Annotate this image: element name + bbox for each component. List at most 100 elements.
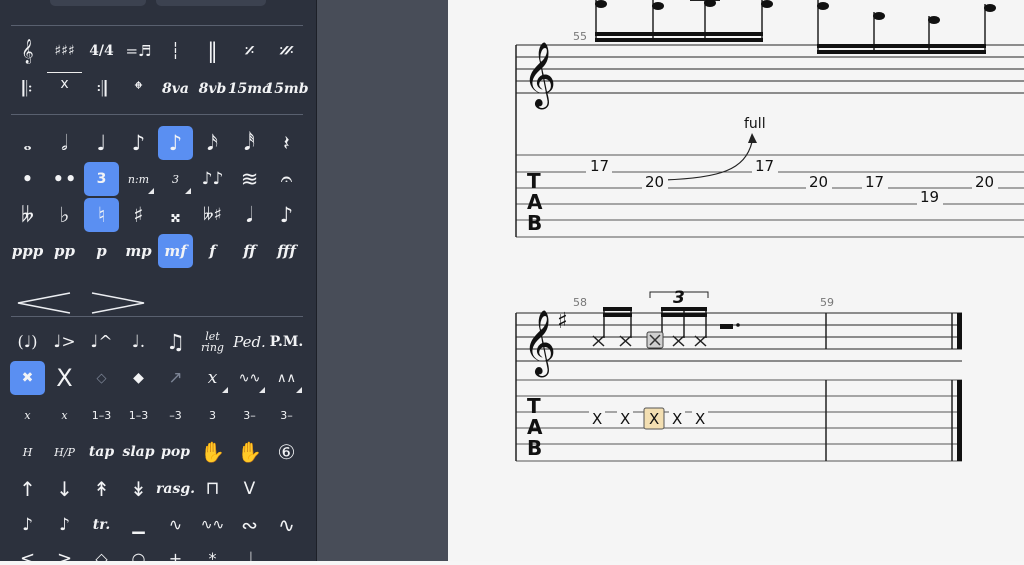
double-barline-button[interactable]: ‖ [195, 34, 230, 68]
slide-arc-button[interactable]: 1–3 [84, 398, 119, 432]
tab-note[interactable]: X [620, 410, 630, 428]
time-signature-button[interactable]: 4/4 [84, 34, 119, 68]
let-ring-button[interactable]: let ring [195, 325, 230, 359]
inverted-mordent-button[interactable]: ∿∿ [195, 508, 230, 542]
staccato-button[interactable]: ♩. [121, 325, 156, 359]
dynamic-mp-button[interactable]: mp [121, 234, 156, 268]
rasgueado-button[interactable]: rasg. [156, 472, 195, 506]
dynamic-pp-button[interactable]: pp [47, 234, 82, 268]
dotted-button[interactable]: • [10, 162, 45, 196]
dynamic-p-button[interactable]: p [84, 234, 119, 268]
downstroke-button[interactable]: ↓ [47, 472, 82, 506]
slide-in-above-button[interactable]: x [47, 398, 82, 432]
dashed-barline-button[interactable]: ┆ [158, 34, 193, 68]
tremolo-button[interactable]: ≋ [232, 162, 267, 196]
diamond-button[interactable]: ◇ [84, 542, 119, 562]
whole-note-button[interactable]: 𝅝 [10, 126, 45, 160]
hammer-pull-button[interactable]: H/P [47, 435, 82, 469]
tab-note[interactable]: 20 [975, 173, 994, 191]
palette-tab-right[interactable] [156, 0, 266, 6]
tab-note[interactable]: X [649, 410, 659, 428]
triplet-button[interactable]: 3 [84, 162, 119, 196]
tempo-button[interactable]: =♬ [121, 34, 156, 68]
ottava-down-button[interactable]: 8vb [195, 72, 230, 106]
flat-button[interactable]: ♭ [47, 198, 82, 232]
tab-note[interactable]: X [695, 410, 705, 428]
natural-button[interactable]: ♮ [84, 198, 119, 232]
clef-button[interactable]: 𝄞 [10, 34, 45, 68]
open-button[interactable]: ○ [121, 542, 156, 562]
arpeggio-down-button[interactable]: ↡ [121, 472, 156, 506]
palette-tab-left[interactable] [50, 0, 146, 6]
appoggiatura-button[interactable]: ♪ [47, 508, 82, 542]
decrescendo-small-button[interactable]: > [47, 542, 82, 562]
score-view[interactable]: 𝄞 𝄞 ♯ T A B T A B 55 58 59 full 3 17 20 … [448, 0, 1024, 561]
vibrato-button[interactable]: ∿∿ [232, 361, 267, 395]
tab-note[interactable]: 19 [920, 188, 939, 206]
dynamic-mf-button[interactable]: mf [158, 234, 193, 268]
upstroke-button[interactable]: ↑ [10, 472, 45, 506]
volta-button[interactable]: x [47, 72, 82, 94]
stem-button[interactable]: ♩ [232, 542, 267, 561]
accent-button[interactable]: ♩> [47, 325, 82, 359]
grace-note-after-button[interactable]: ♪ [269, 198, 304, 232]
diamond-notehead-button[interactable]: ◆ [121, 361, 156, 395]
repeat-two-measures-button[interactable]: 𝄏 [269, 34, 304, 68]
fermata-button[interactable]: 𝄐 [269, 162, 304, 196]
repeat-start-button[interactable]: 𝄆 [10, 72, 45, 106]
quindicesima-down-button[interactable]: 15mb [264, 72, 308, 106]
hammer-on-button[interactable]: H [10, 435, 45, 469]
tap-button[interactable]: tap [84, 435, 119, 469]
tab-note[interactable]: 17 [865, 173, 884, 191]
key-signature-button[interactable]: ♯♯♯ [47, 34, 82, 68]
crescendo-button[interactable] [12, 290, 80, 316]
tab-note[interactable]: 20 [645, 173, 664, 191]
slide-up-button[interactable]: 3 [195, 398, 230, 432]
slide-in-below-button[interactable]: x [10, 398, 45, 432]
double-dotted-button[interactable]: •• [47, 162, 82, 196]
left-hand-tap-button[interactable]: ✋ [195, 435, 230, 469]
sharp-button[interactable]: ♯ [121, 198, 156, 232]
slide-out-up-button[interactable]: 3– [269, 398, 304, 432]
tie-button[interactable]: ♪♪ [195, 162, 230, 196]
inverted-turn-button[interactable]: ∿ [269, 508, 304, 542]
dead-note-button[interactable]: ✖ [10, 361, 45, 395]
legato-button[interactable]: ♫ [158, 325, 193, 359]
palm-mute-button[interactable]: P.M. [269, 325, 304, 359]
acciaccatura-button[interactable]: ♪ [10, 508, 45, 542]
tab-note[interactable]: X [672, 410, 682, 428]
stopped-button[interactable]: + [158, 542, 193, 562]
ottava-up-button[interactable]: 8va [158, 72, 193, 106]
mordent-button[interactable]: ∿ [158, 508, 193, 542]
harmonic-button[interactable]: x [195, 361, 230, 395]
dynamic-f-button[interactable]: f [195, 234, 230, 268]
repeat-measure-button[interactable]: 𝄎 [232, 34, 267, 68]
slap-button[interactable]: slap [121, 435, 156, 469]
tab-note[interactable]: 17 [755, 157, 774, 175]
trill-button[interactable]: tr. [84, 508, 119, 542]
dynamic-ff-button[interactable]: ff [232, 234, 267, 268]
arpeggio-up-button[interactable]: ↟ [84, 472, 119, 506]
pick-up-button[interactable]: V [232, 472, 267, 506]
coda-button[interactable]: 𝄌 [121, 72, 156, 106]
tab-note[interactable]: 17 [590, 157, 609, 175]
quindicesima-up-button[interactable]: 15ma [228, 72, 271, 106]
sixteenth-note-button[interactable]: ♪ [158, 126, 193, 160]
turn-button[interactable]: ∾ [232, 508, 267, 542]
flat-sharp-button[interactable]: 𝄫♯ [195, 198, 230, 232]
tremolo-bar-button[interactable]: ▁ [121, 508, 156, 542]
tab-note[interactable]: X [592, 410, 602, 428]
crescendo-small-button[interactable]: < [10, 542, 45, 562]
slide-out-down-button[interactable]: 3– [232, 398, 267, 432]
rest-button[interactable]: 𝄽 [269, 126, 304, 160]
harmonic-notehead-button[interactable]: ◇ [84, 361, 119, 395]
sixty-fourth-note-button[interactable]: 𝅘𝅥𝅰 [232, 126, 267, 160]
grace-note-before-button[interactable]: 𝅘𝅥 [232, 198, 267, 232]
dynamic-ppp-button[interactable]: ppp [10, 234, 45, 268]
eighth-note-button[interactable]: ♪ [121, 126, 156, 160]
thirty-second-note-button[interactable]: 𝅘𝅥𝅯 [195, 126, 230, 160]
slide-in-button[interactable]: –3 [158, 398, 193, 432]
double-flat-button[interactable]: 𝄫 [10, 198, 45, 232]
x-notehead-button[interactable]: X [47, 361, 82, 395]
bend-button[interactable]: ↗ [158, 361, 193, 395]
